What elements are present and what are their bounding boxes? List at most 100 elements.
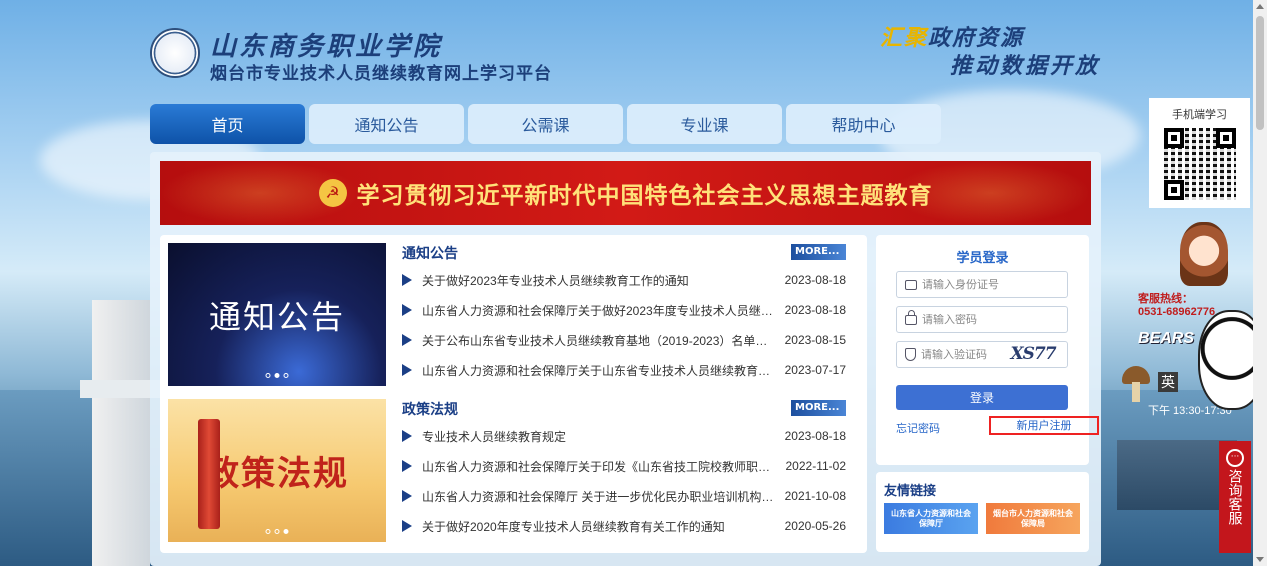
carousel-dot[interactable] [274, 529, 280, 534]
notices-image[interactable]: 通知公告 [168, 243, 386, 386]
list-item-text: 关于做好2023年专业技术人员继续教育工作的通知 [422, 273, 689, 288]
carousel-dot[interactable] [265, 529, 271, 534]
mobile-qr-panel: 手机端学习 [1149, 98, 1250, 208]
policies-image[interactable]: 政策法规 [168, 399, 386, 542]
notices-header: 通知公告 MORE... [402, 243, 846, 263]
page-scrollbar[interactable] [1253, 0, 1267, 566]
list-item-date: 2021-10-08 [784, 489, 846, 503]
mushroom-icon [1122, 366, 1150, 406]
policies-section: 政策法规 政策法规 MORE... 专业技术人员继续教育规定 2023-08-18… [168, 399, 858, 543]
list-item-text: 关于做好2020年度专业技术人员继续教育有关工作的通知 [422, 519, 725, 534]
main-content: ☭ 学习贯彻习近平新时代中国特色社会主义思想主题教育 通知公告 通知公告 MOR… [150, 152, 1101, 566]
list-item-date: 2023-08-18 [784, 273, 846, 287]
service-girl-avatar[interactable] [1180, 222, 1228, 286]
arrow-right-icon [402, 490, 412, 502]
policies-header: 政策法规 MORE... [402, 399, 846, 419]
list-item[interactable]: 关于公布山东省专业技术人员继续教育基地（2019-2023）名单的通知 2023-… [402, 325, 846, 355]
list-item-date: 2020-05-26 [784, 519, 846, 533]
link-yantai-hrss[interactable]: 烟台市人力资源和社会保障局 [986, 503, 1080, 534]
consult-service-button[interactable]: ··· 咨询客服 [1219, 441, 1251, 553]
list-item-date: 2023-07-17 [784, 363, 846, 377]
school-name: 山东商务职业学院 [210, 32, 443, 62]
list-item-text: 专业技术人员继续教育规定 [422, 429, 567, 444]
captcha-field[interactable]: XS77 [896, 341, 1068, 368]
list-item[interactable]: 山东省人力资源和社会保障厅 关于进一步优化民办职业培训机构审批服... 2021-… [402, 481, 846, 511]
list-item[interactable]: 专业技术人员继续教育规定 2023-08-18 [402, 421, 846, 451]
policies-more-button[interactable]: MORE... [791, 400, 846, 416]
friend-links-title: 友情链接 [884, 483, 937, 498]
nav-professional-courses[interactable]: 专业课 [627, 104, 782, 144]
chat-bubble-icon: ··· [1226, 449, 1244, 467]
notices-section: 通知公告 通知公告 MORE... 关于做好2023年专业技术人员继续教育工作的… [168, 243, 858, 387]
policies-title: 政策法规 [402, 401, 458, 417]
consult-label: 咨询客服 [1227, 469, 1244, 525]
id-number-input[interactable] [922, 278, 1067, 291]
carousel-dot[interactable] [283, 529, 289, 534]
notices-title: 通知公告 [402, 245, 458, 261]
nav-notices[interactable]: 通知公告 [309, 104, 464, 144]
arrow-right-icon [402, 304, 412, 316]
notices-image-title: 通知公告 [208, 298, 345, 335]
list-item-date: 2023-08-18 [784, 429, 846, 443]
login-panel: 学员登录 XS77 登录 忘记密码 新用户注册 [876, 235, 1099, 465]
bears-logo: BEARS [1138, 330, 1195, 347]
qr-code-image [1163, 128, 1236, 200]
id-number-field[interactable] [896, 271, 1068, 298]
arrow-right-icon [402, 274, 412, 286]
nav-public-courses[interactable]: 公需课 [468, 104, 623, 144]
list-item-date: 2022-11-02 [785, 459, 847, 473]
list-item-text: 山东省人力资源和社会保障厅关于印发《山东省技工院校教师职称评价... [422, 459, 778, 474]
notices-list: 关于做好2023年专业技术人员继续教育工作的通知 2023-08-18 山东省人力… [402, 265, 846, 385]
qr-label: 手机端学习 [1172, 109, 1227, 121]
carousel-dot[interactable] [283, 373, 289, 378]
qr-finder [1163, 180, 1184, 200]
id-card-icon [905, 279, 917, 290]
notices-more-button[interactable]: MORE... [791, 244, 846, 260]
platform-title: 烟台市专业技术人员继续教育网上学习平台 [210, 64, 552, 83]
slogan-highlight: 汇聚 [880, 25, 929, 51]
carousel-dot[interactable] [265, 373, 271, 378]
theme-banner[interactable]: ☭ 学习贯彻习近平新时代中国特色社会主义思想主题教育 [160, 161, 1091, 225]
login-title: 学员登录 [956, 250, 1009, 265]
arrow-right-icon [402, 364, 412, 376]
lock-icon [905, 309, 917, 325]
arrow-right-icon [402, 460, 412, 472]
list-item-date: 2023-08-18 [784, 303, 846, 317]
list-item[interactable]: 关于做好2023年专业技术人员继续教育工作的通知 2023-08-18 [402, 265, 846, 295]
hotline-title: 客服热线： [1138, 293, 1193, 305]
shield-check-icon [905, 348, 916, 361]
login-button[interactable]: 登录 [896, 385, 1068, 410]
list-item[interactable]: 山东省人力资源和社会保障厅关于印发《山东省技工院校教师职称评价... 2022-1… [402, 451, 846, 481]
nav-home[interactable]: 首页 [150, 104, 305, 144]
list-item[interactable]: 山东省人力资源和社会保障厅关于做好2023年度专业技术人员继续教... 2023-… [402, 295, 846, 325]
link-shandong-hrss[interactable]: 山东省人力资源和社会保障厅 [884, 503, 978, 534]
scroll-down-arrow-icon[interactable] [1256, 557, 1264, 562]
register-link[interactable]: 新用户注册 [989, 416, 1099, 435]
banner-text: 学习贯彻习近平新时代中国特色社会主义思想主题教育 [356, 182, 933, 209]
captcha-image[interactable]: XS77 [1003, 344, 1063, 366]
password-input[interactable] [922, 313, 1067, 326]
main-nav: 首页 通知公告 公需课 专业课 帮助中心 [150, 104, 941, 144]
scroll-up-arrow-icon[interactable] [1256, 4, 1264, 9]
carousel-dots [265, 529, 289, 534]
list-item-text: 关于公布山东省专业技术人员继续教育基地（2019-2023）名单的通知 [422, 333, 778, 348]
arrow-right-icon [402, 334, 412, 346]
scroll-thumb[interactable] [1256, 16, 1264, 130]
background-lighthouse [80, 300, 162, 566]
school-logo [150, 28, 200, 78]
list-item-text: 山东省人力资源和社会保障厅 关于进一步优化民办职业培训机构审批服... [422, 489, 778, 504]
list-item-date: 2023-08-15 [784, 333, 846, 347]
language-toggle[interactable]: 英 [1158, 372, 1178, 392]
party-emblem-icon: ☭ [318, 179, 347, 207]
policies-list: 专业技术人员继续教育规定 2023-08-18 山东省人力资源和社会保障厅关于印发… [402, 421, 846, 541]
carousel-dot[interactable] [274, 373, 280, 378]
qr-finder [1215, 128, 1236, 148]
nav-help-center[interactable]: 帮助中心 [786, 104, 941, 144]
forgot-password-link[interactable]: 忘记密码 [896, 420, 940, 436]
list-item[interactable]: 山东省人力资源和社会保障厅关于山东省专业技术人员继续教育公共服... 2023-0… [402, 355, 846, 385]
list-item-text: 山东省人力资源和社会保障厅关于做好2023年度专业技术人员继续教... [422, 303, 778, 318]
password-field[interactable] [896, 306, 1068, 333]
news-panel: 通知公告 通知公告 MORE... 关于做好2023年专业技术人员继续教育工作的… [160, 235, 867, 553]
carousel-dots [265, 373, 289, 378]
list-item[interactable]: 关于做好2020年度专业技术人员继续教育有关工作的通知 2020-05-26 [402, 511, 846, 541]
